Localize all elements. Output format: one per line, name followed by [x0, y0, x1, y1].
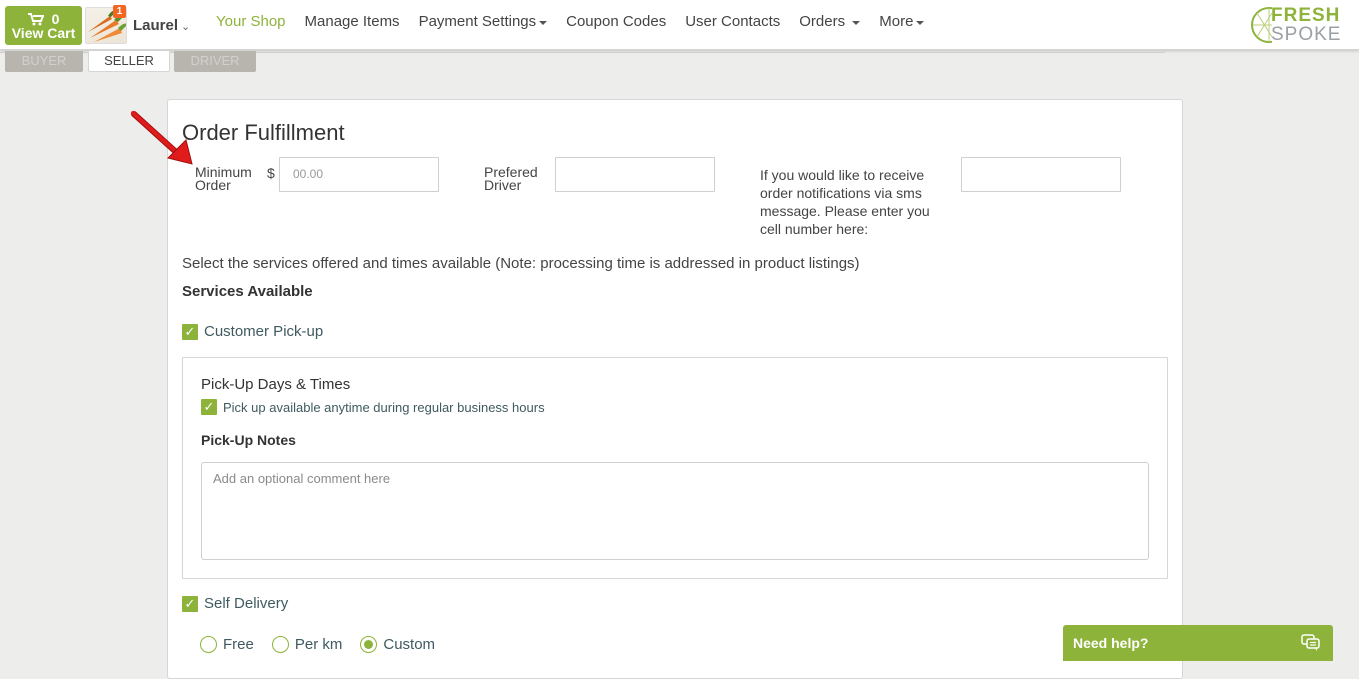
pickup-notes-heading: Pick-Up Notes — [201, 432, 296, 448]
main-nav: Your Shop Manage Items Payment Settings … — [216, 13, 943, 30]
pickup-settings-box: Pick-Up Days & Times ✓ Pick up available… — [182, 357, 1168, 579]
radio-unselected-icon[interactable] — [200, 636, 217, 653]
services-note: Select the services offered and times av… — [182, 255, 860, 272]
self-delivery-label: Self Delivery — [204, 595, 289, 612]
nav-your-shop[interactable]: Your Shop — [216, 13, 286, 30]
currency-symbol: $ — [267, 165, 275, 181]
view-cart-button[interactable]: 0 View Cart — [5, 6, 82, 45]
pickup-days-heading: Pick-Up Days & Times — [201, 376, 351, 393]
preferred-driver-input[interactable] — [555, 157, 715, 192]
nav-coupon-codes[interactable]: Coupon Codes — [566, 13, 666, 30]
tab-buyer[interactable]: BUYER — [5, 51, 83, 72]
nav-payment-settings[interactable]: Payment Settings — [419, 13, 548, 30]
bike-wheel-icon — [1251, 7, 1272, 43]
checkbox-checked-icon[interactable]: ✓ — [201, 399, 217, 415]
checkbox-checked-icon[interactable]: ✓ — [182, 323, 198, 340]
radio-unselected-icon[interactable] — [271, 636, 289, 653]
user-menu[interactable]: Laurel ⌄ — [133, 17, 190, 34]
radio-free[interactable]: Free — [200, 636, 254, 653]
nav-more[interactable]: More — [879, 13, 925, 30]
sms-notification-label: If you would like to receive order notif… — [760, 167, 930, 237]
radio-custom[interactable]: Custom — [360, 636, 435, 653]
tab-driver[interactable]: DRIVER — [174, 51, 256, 72]
logo-word-fresh: FRESH — [1271, 5, 1341, 26]
checkbox-checked-icon[interactable]: ✓ — [182, 595, 198, 612]
chat-bubble-icon — [1301, 634, 1320, 651]
pickup-notes-textarea[interactable]: Add an optional comment here — [201, 462, 1149, 560]
tab-seller[interactable]: SELLER — [88, 51, 170, 72]
caret-down-icon — [539, 20, 548, 25]
customer-pickup-label: Customer Pick-up — [204, 323, 324, 340]
nav-user-contacts[interactable]: User Contacts — [685, 13, 780, 30]
sms-phone-input[interactable] — [961, 157, 1121, 192]
top-navbar: 0 View Cart 1 Laurel ⌄ Your Shop Manage … — [0, 0, 1359, 50]
minimum-order-input[interactable]: 00.00 — [279, 157, 439, 192]
page-title: Order Fulfillment — [182, 120, 345, 145]
pickup-anytime-label: Pick up available anytime during regular… — [223, 399, 545, 415]
view-cart-label: View Cart — [11, 25, 76, 41]
cart-count: 0 — [51, 11, 60, 27]
self-delivery-option[interactable]: ✓ Self Delivery — [182, 595, 288, 612]
nav-manage-items[interactable]: Manage Items — [305, 13, 400, 30]
radio-per-km[interactable]: Per km — [271, 636, 342, 653]
shopping-cart-icon — [27, 12, 44, 25]
preferred-driver-label: Prefered Driver — [484, 164, 538, 193]
notification-badge[interactable]: 1 — [113, 5, 126, 18]
radio-selected-icon[interactable] — [360, 636, 378, 653]
caret-down-icon — [852, 20, 861, 25]
minimum-order-label: Minimum Order — [195, 164, 252, 193]
need-help-label: Need help? — [1073, 635, 1149, 651]
nav-orders[interactable]: Orders — [799, 13, 861, 30]
red-arrow-annotation — [131, 111, 193, 165]
freshspoke-logo[interactable]: FRESH SPOKE — [1250, 4, 1358, 46]
customer-pickup-option[interactable]: ✓ Customer Pick-up — [182, 323, 323, 340]
caret-down-icon — [916, 20, 925, 25]
logo-word-spoke: SPOKE — [1271, 24, 1342, 45]
services-heading: Services Available — [182, 283, 313, 300]
chevron-down-icon: ⌄ — [181, 21, 191, 33]
pickup-anytime-option[interactable]: ✓ Pick up available anytime during regul… — [201, 399, 545, 415]
user-name: Laurel — [133, 17, 179, 34]
need-help-widget[interactable]: Need help? — [1063, 625, 1333, 661]
order-fulfillment-panel: Order Fulfillment Minimum Order $ 00.00 … — [167, 99, 1183, 679]
delivery-fee-options: Free Per km Custom — [200, 636, 453, 653]
